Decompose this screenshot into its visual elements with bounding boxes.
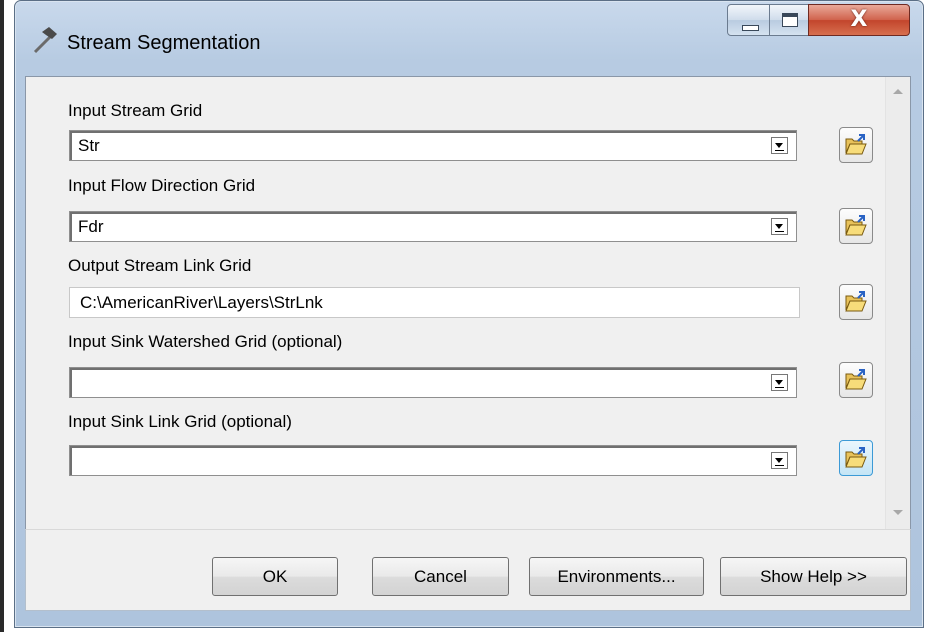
browse-output-stream-link-grid-button[interactable] <box>839 284 873 320</box>
scroll-down-icon[interactable] <box>893 510 903 515</box>
parameters-pane: Input Stream Grid Str Input Flow Directi… <box>25 76 911 530</box>
input-sink-watershed-grid-combo[interactable] <box>69 367 797 398</box>
minimize-button[interactable] <box>727 4 770 36</box>
output-stream-link-grid-value: C:\AmericanRiver\Layers\StrLnk <box>80 293 323 312</box>
dialog-footer: OK Cancel Environments... Show Help >> <box>25 529 911 611</box>
hammer-icon <box>33 27 57 54</box>
maximize-button[interactable] <box>769 4 809 36</box>
input-stream-grid-combo[interactable]: Str <box>69 130 797 161</box>
input-stream-grid-value: Str <box>78 136 100 155</box>
vertical-scrollbar[interactable] <box>885 77 910 529</box>
open-folder-icon <box>845 369 867 390</box>
scroll-up-icon[interactable] <box>893 89 903 94</box>
chevron-down-icon[interactable] <box>771 374 788 391</box>
input-sink-watershed-grid-label: Input Sink Watershed Grid (optional) <box>68 332 343 351</box>
show-help-button[interactable]: Show Help >> <box>720 557 907 596</box>
browse-sink-link-grid-button[interactable] <box>839 440 873 476</box>
browse-stream-grid-button[interactable] <box>839 127 873 163</box>
close-icon: X <box>850 7 868 32</box>
open-folder-icon <box>845 215 867 236</box>
cancel-button[interactable]: Cancel <box>372 557 509 596</box>
background-edge <box>0 0 4 632</box>
title-bar[interactable]: Stream Segmentation X <box>15 1 923 77</box>
chevron-down-icon[interactable] <box>771 218 788 235</box>
environments-button[interactable]: Environments... <box>529 557 704 596</box>
ok-button[interactable]: OK <box>212 557 338 596</box>
chevron-down-icon[interactable] <box>771 137 788 154</box>
browse-flow-direction-grid-button[interactable] <box>839 208 873 244</box>
input-flow-direction-grid-label: Input Flow Direction Grid <box>68 176 256 195</box>
close-button[interactable]: X <box>808 4 910 36</box>
input-sink-link-grid-label: Input Sink Link Grid (optional) <box>68 412 292 431</box>
output-stream-link-grid-input[interactable]: C:\AmericanRiver\Layers\StrLnk <box>69 287 800 318</box>
open-folder-icon <box>845 447 867 468</box>
chevron-down-icon[interactable] <box>771 452 788 469</box>
input-sink-link-grid-combo[interactable] <box>69 445 797 476</box>
input-flow-direction-grid-combo[interactable]: Fdr <box>69 211 797 242</box>
input-stream-grid-label: Input Stream Grid <box>68 101 203 120</box>
output-stream-link-grid-label: Output Stream Link Grid <box>68 256 252 275</box>
browse-sink-watershed-grid-button[interactable] <box>839 362 873 398</box>
open-folder-icon <box>845 134 867 155</box>
maximize-icon <box>782 13 798 27</box>
window-title: Stream Segmentation <box>67 32 261 54</box>
input-flow-direction-grid-value: Fdr <box>78 217 104 236</box>
parameters-panel: Input Stream Grid Str Input Flow Directi… <box>26 77 886 529</box>
minimize-icon <box>742 25 759 31</box>
stream-segmentation-dialog: Stream Segmentation X Input Stream Grid … <box>14 0 924 628</box>
open-folder-icon <box>845 291 867 312</box>
